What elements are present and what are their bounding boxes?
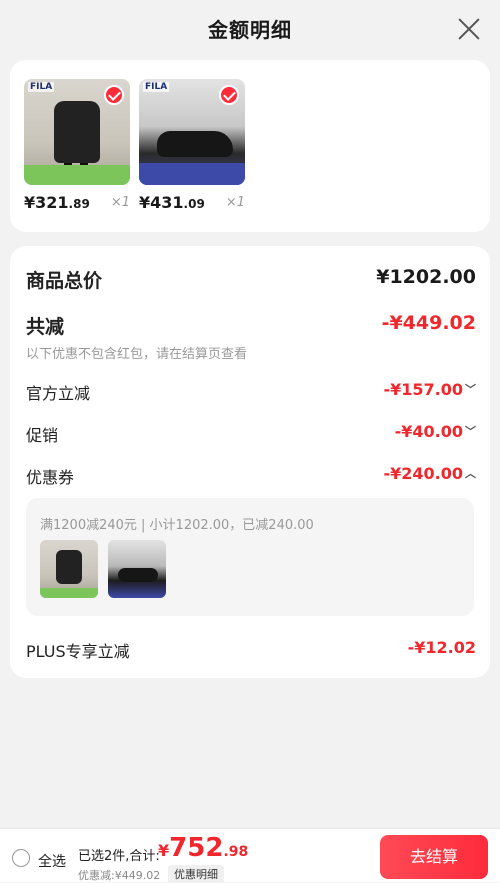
promo-label: 促销: [26, 426, 59, 445]
checkout-button[interactable]: 去结算: [380, 835, 488, 879]
backpack-graphic: [54, 101, 100, 163]
product-price: ¥321.89: [24, 193, 90, 212]
total-label: 商品总价: [26, 270, 103, 292]
selected-check-icon[interactable]: [219, 85, 239, 105]
select-all-label[interactable]: 全选: [38, 851, 66, 871]
product-image[interactable]: FILA: [139, 79, 245, 185]
reduce-value: -¥449.02: [381, 312, 476, 334]
discount-detail-button[interactable]: 优惠明细: [168, 865, 224, 883]
coupon-label: 优惠券: [26, 468, 75, 487]
product-qty: ×1: [225, 195, 245, 210]
product-image[interactable]: FILA: [24, 79, 130, 185]
selected-products-card: FILA ¥321.89 ×1 FILA ¥431.09 ×1: [10, 60, 490, 232]
cart-total: ¥752.98: [158, 833, 249, 863]
coupon-product-thumb: [108, 540, 166, 598]
selected-check-icon[interactable]: [104, 85, 124, 105]
select-all-radio[interactable]: [12, 849, 30, 867]
plus-row: PLUS专享立减 -¥12.02: [26, 638, 476, 662]
shoe-graphic: [157, 131, 233, 157]
product-qty: ×1: [110, 195, 130, 210]
checkout-bar: 全选 已选2件,合计: ¥752.98 优惠减:¥449.02 优惠明细 去结算: [0, 828, 500, 883]
coupon-detail-text: 满1200减240元 | 小计1202.00，已减240.00: [40, 518, 314, 533]
reduce-row: 共减 -¥449.02 以下优惠不包含红包，请在结算页查看: [26, 312, 476, 362]
brand-logo: FILA: [28, 82, 55, 92]
selected-summary: 已选2件,合计:: [78, 849, 160, 864]
product-item[interactable]: FILA ¥321.89 ×1: [24, 79, 130, 212]
coupon-detail-box: 满1200减240元 | 小计1202.00，已减240.00: [26, 498, 474, 616]
chevron-down-icon: ﹀: [465, 383, 476, 396]
header: 金额明细: [0, 0, 500, 58]
price-breakdown-card: 商品总价 ¥1202.00 共减 -¥449.02 以下优惠不包含红包，请在结算…: [10, 246, 490, 678]
chevron-up-icon: ︿: [465, 467, 476, 480]
coupon-product-thumb: [40, 540, 98, 598]
chevron-down-icon: ﹀: [465, 425, 476, 438]
page-title: 金额明细: [208, 18, 292, 42]
promo-banner: [139, 163, 245, 185]
reduce-note: 以下优惠不包含红包，请在结算页查看: [26, 347, 248, 362]
promo-value[interactable]: -¥40.00 ﹀: [395, 422, 476, 441]
plus-value: -¥12.02: [407, 638, 476, 657]
promo-row[interactable]: 促销 -¥40.00 ﹀: [26, 422, 476, 446]
product-item[interactable]: FILA ¥431.09 ×1: [139, 79, 245, 212]
product-price: ¥431.09: [139, 193, 205, 212]
plus-label: PLUS专享立减: [26, 642, 130, 661]
close-icon[interactable]: [458, 18, 480, 40]
coupon-value[interactable]: -¥240.00 ︿: [383, 464, 476, 483]
official-value[interactable]: -¥157.00 ﹀: [383, 380, 476, 399]
promo-banner: [24, 165, 130, 185]
official-row[interactable]: 官方立减 -¥157.00 ﹀: [26, 380, 476, 404]
total-value: ¥1202.00: [376, 266, 476, 288]
total-row: 商品总价 ¥1202.00: [26, 266, 476, 293]
official-label: 官方立减: [26, 384, 91, 403]
coupon-row[interactable]: 优惠券 -¥240.00 ︿: [26, 464, 476, 488]
brand-logo: FILA: [143, 82, 170, 92]
